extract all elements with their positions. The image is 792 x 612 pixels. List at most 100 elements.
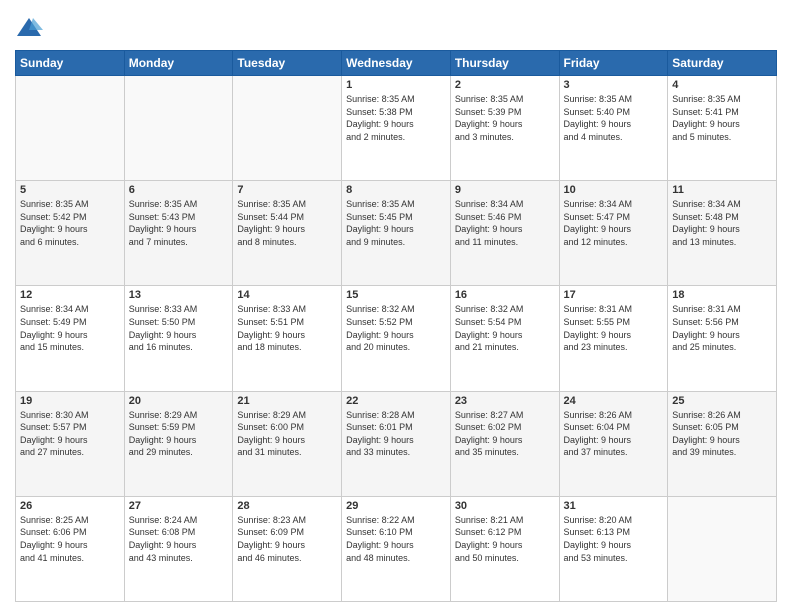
calendar-cell-2-1: 13 Sunrise: 8:33 AM Sunset: 5:50 PM Dayli… xyxy=(124,286,233,391)
day-info: Sunrise: 8:35 AM Sunset: 5:41 PM Dayligh… xyxy=(672,93,772,143)
day-number: 3 xyxy=(564,79,664,91)
calendar-cell-3-4: 23 Sunrise: 8:27 AM Sunset: 6:02 PM Dayli… xyxy=(450,391,559,496)
day-number: 4 xyxy=(672,79,772,91)
calendar-cell-2-6: 18 Sunrise: 8:31 AM Sunset: 5:56 PM Dayli… xyxy=(668,286,777,391)
day-number: 30 xyxy=(455,500,555,512)
calendar-cell-4-6 xyxy=(668,496,777,601)
day-info: Sunrise: 8:34 AM Sunset: 5:47 PM Dayligh… xyxy=(564,198,664,248)
day-info: Sunrise: 8:35 AM Sunset: 5:45 PM Dayligh… xyxy=(346,198,446,248)
day-number: 20 xyxy=(129,395,229,407)
header xyxy=(15,10,777,42)
calendar-cell-4-0: 26 Sunrise: 8:25 AM Sunset: 6:06 PM Dayli… xyxy=(16,496,125,601)
calendar-row-0: 1 Sunrise: 8:35 AM Sunset: 5:38 PM Daylig… xyxy=(16,76,777,181)
day-number: 6 xyxy=(129,184,229,196)
day-number: 14 xyxy=(237,289,337,301)
day-number: 26 xyxy=(20,500,120,512)
day-number: 23 xyxy=(455,395,555,407)
day-info: Sunrise: 8:34 AM Sunset: 5:49 PM Dayligh… xyxy=(20,303,120,353)
day-number: 28 xyxy=(237,500,337,512)
calendar-cell-2-4: 16 Sunrise: 8:32 AM Sunset: 5:54 PM Dayli… xyxy=(450,286,559,391)
day-info: Sunrise: 8:35 AM Sunset: 5:38 PM Dayligh… xyxy=(346,93,446,143)
day-number: 7 xyxy=(237,184,337,196)
day-info: Sunrise: 8:20 AM Sunset: 6:13 PM Dayligh… xyxy=(564,514,664,564)
day-info: Sunrise: 8:29 AM Sunset: 5:59 PM Dayligh… xyxy=(129,409,229,459)
calendar-cell-1-3: 8Sunrise: 8:35 AM Sunset: 5:45 PM Daylig… xyxy=(342,181,451,286)
calendar-cell-0-1 xyxy=(124,76,233,181)
calendar-cell-1-0: 5 Sunrise: 8:35 AM Sunset: 5:42 PM Daylig… xyxy=(16,181,125,286)
weekday-header-monday: Monday xyxy=(124,51,233,76)
day-info: Sunrise: 8:35 AM Sunset: 5:43 PM Dayligh… xyxy=(129,198,229,248)
weekday-header-sunday: Sunday xyxy=(16,51,125,76)
day-info: Sunrise: 8:31 AM Sunset: 5:56 PM Dayligh… xyxy=(672,303,772,353)
day-info: Sunrise: 8:21 AM Sunset: 6:12 PM Dayligh… xyxy=(455,514,555,564)
day-number: 9 xyxy=(455,184,555,196)
day-info: Sunrise: 8:35 AM Sunset: 5:39 PM Dayligh… xyxy=(455,93,555,143)
day-number: 15 xyxy=(346,289,446,301)
day-number: 21 xyxy=(237,395,337,407)
weekday-header-row: SundayMondayTuesdayWednesdayThursdayFrid… xyxy=(16,51,777,76)
day-info: Sunrise: 8:23 AM Sunset: 6:09 PM Dayligh… xyxy=(237,514,337,564)
calendar-cell-1-5: 10 Sunrise: 8:34 AM Sunset: 5:47 PM Dayli… xyxy=(559,181,668,286)
calendar-cell-0-5: 3 Sunrise: 8:35 AM Sunset: 5:40 PM Daylig… xyxy=(559,76,668,181)
calendar-cell-3-5: 24Sunrise: 8:26 AM Sunset: 6:04 PM Dayli… xyxy=(559,391,668,496)
day-info: Sunrise: 8:22 AM Sunset: 6:10 PM Dayligh… xyxy=(346,514,446,564)
day-info: Sunrise: 8:33 AM Sunset: 5:51 PM Dayligh… xyxy=(237,303,337,353)
day-info: Sunrise: 8:26 AM Sunset: 6:05 PM Dayligh… xyxy=(672,409,772,459)
day-number: 13 xyxy=(129,289,229,301)
calendar-cell-3-0: 19Sunrise: 8:30 AM Sunset: 5:57 PM Dayli… xyxy=(16,391,125,496)
calendar-cell-2-5: 17Sunrise: 8:31 AM Sunset: 5:55 PM Dayli… xyxy=(559,286,668,391)
calendar-cell-0-2 xyxy=(233,76,342,181)
day-info: Sunrise: 8:26 AM Sunset: 6:04 PM Dayligh… xyxy=(564,409,664,459)
day-number: 31 xyxy=(564,500,664,512)
day-info: Sunrise: 8:34 AM Sunset: 5:48 PM Dayligh… xyxy=(672,198,772,248)
day-info: Sunrise: 8:32 AM Sunset: 5:54 PM Dayligh… xyxy=(455,303,555,353)
weekday-header-friday: Friday xyxy=(559,51,668,76)
calendar-cell-4-5: 31 Sunrise: 8:20 AM Sunset: 6:13 PM Dayli… xyxy=(559,496,668,601)
day-info: Sunrise: 8:32 AM Sunset: 5:52 PM Dayligh… xyxy=(346,303,446,353)
day-info: Sunrise: 8:35 AM Sunset: 5:42 PM Dayligh… xyxy=(20,198,120,248)
day-number: 10 xyxy=(564,184,664,196)
calendar-cell-0-3: 1 Sunrise: 8:35 AM Sunset: 5:38 PM Daylig… xyxy=(342,76,451,181)
calendar-cell-1-6: 11 Sunrise: 8:34 AM Sunset: 5:48 PM Dayli… xyxy=(668,181,777,286)
day-info: Sunrise: 8:33 AM Sunset: 5:50 PM Dayligh… xyxy=(129,303,229,353)
logo-icon xyxy=(15,14,43,42)
day-number: 16 xyxy=(455,289,555,301)
weekday-header-saturday: Saturday xyxy=(668,51,777,76)
day-number: 11 xyxy=(672,184,772,196)
weekday-header-thursday: Thursday xyxy=(450,51,559,76)
calendar-row-2: 12 Sunrise: 8:34 AM Sunset: 5:49 PM Dayli… xyxy=(16,286,777,391)
calendar-cell-3-2: 21Sunrise: 8:29 AM Sunset: 6:00 PM Dayli… xyxy=(233,391,342,496)
day-number: 5 xyxy=(20,184,120,196)
day-number: 18 xyxy=(672,289,772,301)
day-number: 17 xyxy=(564,289,664,301)
day-info: Sunrise: 8:34 AM Sunset: 5:46 PM Dayligh… xyxy=(455,198,555,248)
calendar-cell-4-3: 29 Sunrise: 8:22 AM Sunset: 6:10 PM Dayli… xyxy=(342,496,451,601)
day-number: 25 xyxy=(672,395,772,407)
calendar-row-4: 26 Sunrise: 8:25 AM Sunset: 6:06 PM Dayli… xyxy=(16,496,777,601)
calendar-cell-4-2: 28 Sunrise: 8:23 AM Sunset: 6:09 PM Dayli… xyxy=(233,496,342,601)
calendar-cell-2-2: 14 Sunrise: 8:33 AM Sunset: 5:51 PM Dayli… xyxy=(233,286,342,391)
day-number: 2 xyxy=(455,79,555,91)
day-info: Sunrise: 8:35 AM Sunset: 5:44 PM Dayligh… xyxy=(237,198,337,248)
day-info: Sunrise: 8:24 AM Sunset: 6:08 PM Dayligh… xyxy=(129,514,229,564)
calendar-cell-3-1: 20 Sunrise: 8:29 AM Sunset: 5:59 PM Dayli… xyxy=(124,391,233,496)
day-info: Sunrise: 8:25 AM Sunset: 6:06 PM Dayligh… xyxy=(20,514,120,564)
calendar-cell-2-0: 12 Sunrise: 8:34 AM Sunset: 5:49 PM Dayli… xyxy=(16,286,125,391)
calendar-cell-0-0 xyxy=(16,76,125,181)
day-number: 27 xyxy=(129,500,229,512)
day-number: 29 xyxy=(346,500,446,512)
day-number: 19 xyxy=(20,395,120,407)
logo xyxy=(15,14,47,42)
calendar-cell-3-6: 25 Sunrise: 8:26 AM Sunset: 6:05 PM Dayli… xyxy=(668,391,777,496)
calendar-cell-0-4: 2 Sunrise: 8:35 AM Sunset: 5:39 PM Daylig… xyxy=(450,76,559,181)
day-number: 12 xyxy=(20,289,120,301)
calendar-row-3: 19Sunrise: 8:30 AM Sunset: 5:57 PM Dayli… xyxy=(16,391,777,496)
day-info: Sunrise: 8:35 AM Sunset: 5:40 PM Dayligh… xyxy=(564,93,664,143)
day-number: 1 xyxy=(346,79,446,91)
day-info: Sunrise: 8:28 AM Sunset: 6:01 PM Dayligh… xyxy=(346,409,446,459)
calendar-cell-0-6: 4 Sunrise: 8:35 AM Sunset: 5:41 PM Daylig… xyxy=(668,76,777,181)
page: SundayMondayTuesdayWednesdayThursdayFrid… xyxy=(0,0,792,612)
day-info: Sunrise: 8:27 AM Sunset: 6:02 PM Dayligh… xyxy=(455,409,555,459)
calendar-cell-1-2: 7 Sunrise: 8:35 AM Sunset: 5:44 PM Daylig… xyxy=(233,181,342,286)
calendar-cell-4-1: 27 Sunrise: 8:24 AM Sunset: 6:08 PM Dayli… xyxy=(124,496,233,601)
